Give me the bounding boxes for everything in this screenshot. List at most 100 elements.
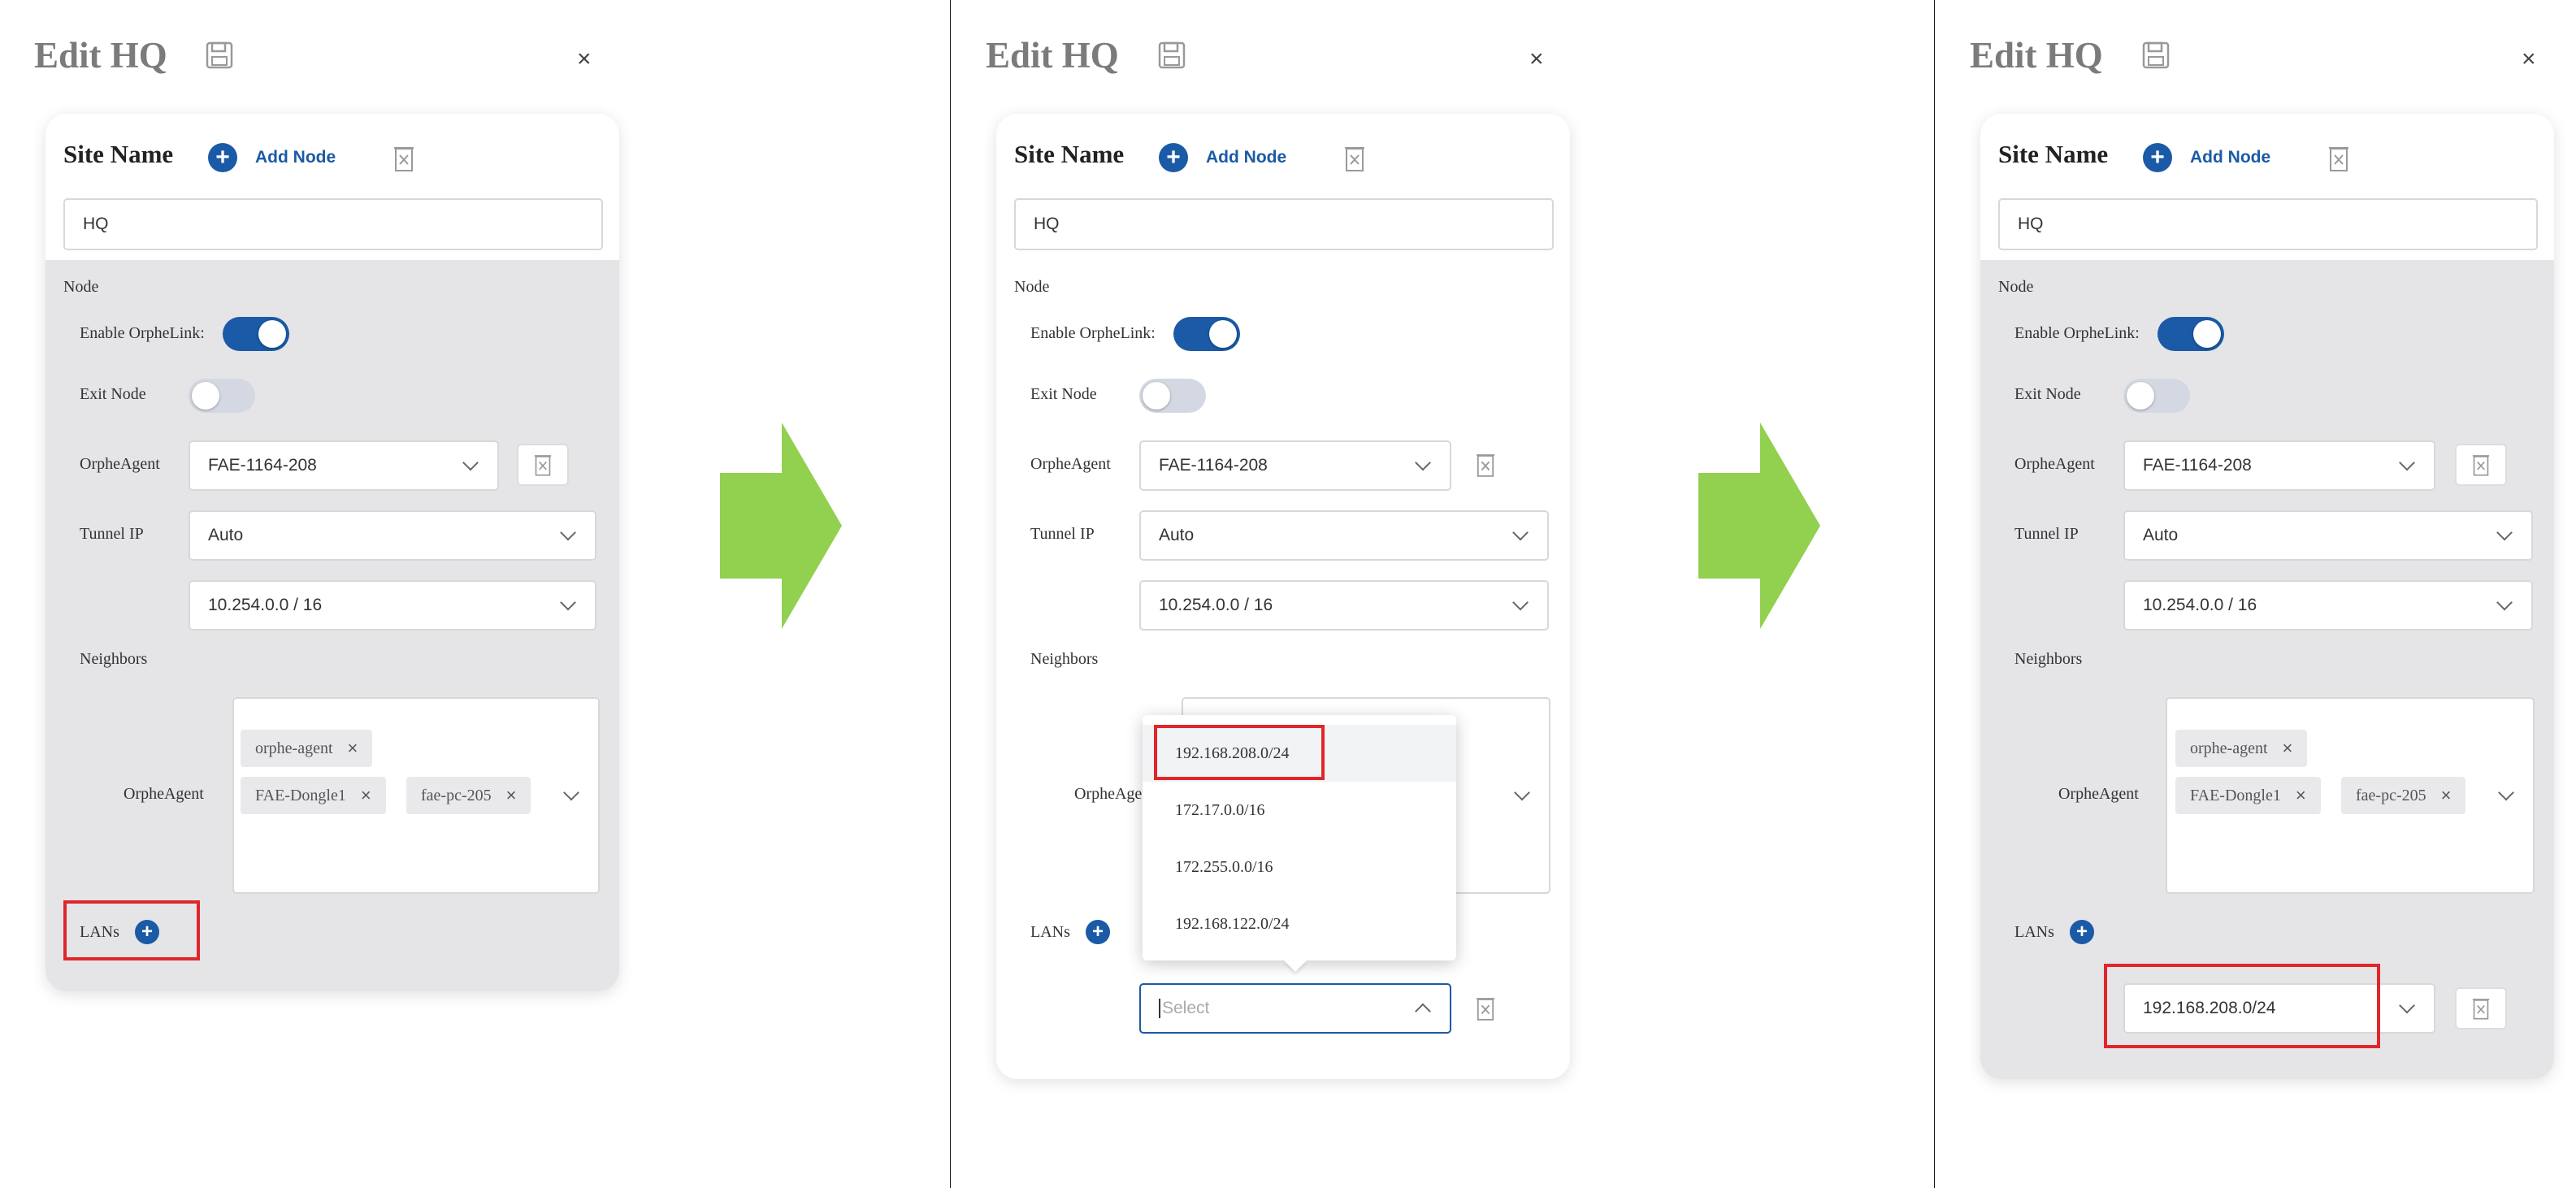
enable-orphelink-toggle[interactable] [223, 317, 289, 351]
tag-close-icon[interactable]: × [361, 785, 371, 806]
neighbors-multiselect[interactable]: orphe-agent × FAE-Dongle1 × fae-pc-205 × [2166, 697, 2535, 894]
tag-close-icon[interactable]: × [2441, 785, 2452, 806]
tunnel-ip-select[interactable]: Auto [2123, 510, 2533, 561]
delete-agent-icon[interactable] [1476, 452, 1495, 478]
chevron-down-icon [563, 784, 579, 801]
delete-lan-icon[interactable] [1476, 995, 1495, 1021]
subnet-select[interactable]: 10.254.0.0 / 16 [2123, 580, 2533, 631]
neighbor-tag: orphe-agent × [2175, 730, 2308, 767]
orpheagent-label: OrpheAgent [80, 455, 160, 473]
tag-close-icon[interactable]: × [348, 738, 358, 759]
exit-node-toggle[interactable] [189, 379, 255, 413]
orpheagent-label: OrpheAgent [2014, 455, 2095, 473]
tag-close-icon[interactable]: × [2296, 785, 2306, 806]
add-lan-button[interactable]: + [2070, 920, 2094, 944]
dialog-title: Edit HQ [1970, 35, 2103, 76]
subnet-value: 10.254.0.0 / 16 [208, 596, 323, 614]
orpheagent-value: FAE-1164-208 [1159, 456, 1268, 475]
site-card: Site Name + Add Node HQ Node Enable Orphe… [1980, 114, 2554, 1079]
enable-orphelink-toggle[interactable] [1173, 317, 1240, 351]
node-section: Node Enable OrpheLink: Exit Node OrpheAg… [46, 260, 619, 991]
chevron-down-icon [1512, 524, 1529, 541]
neighbors-orpheagent-label: OrpheAgent [124, 785, 204, 803]
delete-agent-button[interactable] [2455, 444, 2507, 486]
chevron-down-icon [1514, 784, 1530, 801]
add-node-label: Add Node [255, 148, 336, 167]
node-section-label: Node [63, 278, 99, 296]
orpheagent-value: FAE-1164-208 [208, 456, 317, 475]
chevron-down-icon [462, 454, 479, 471]
node-section-label: Node [1998, 278, 2034, 296]
subnet-select[interactable]: 10.254.0.0 / 16 [1139, 580, 1549, 631]
delete-lan-button[interactable] [2455, 987, 2507, 1030]
tag-close-icon[interactable]: × [2283, 738, 2293, 759]
lans-label: LANs [1030, 923, 1070, 941]
site-name-label: Site Name [63, 140, 174, 168]
subnet-value: 10.254.0.0 / 16 [1159, 596, 1273, 614]
step-arrow-icon [720, 423, 842, 629]
add-node-button[interactable]: + Add Node [2143, 143, 2270, 172]
tag-close-icon[interactable]: × [506, 785, 517, 806]
subnet-select[interactable]: 10.254.0.0 / 16 [189, 580, 596, 631]
orpheagent-select[interactable]: FAE-1164-208 [189, 440, 499, 491]
orpheagent-label: OrpheAgent [1030, 455, 1111, 473]
trash-icon [2472, 999, 2490, 1020]
neighbor-tag: fae-pc-205 × [2341, 777, 2466, 814]
chevron-down-icon [560, 524, 576, 541]
add-node-label: Add Node [2190, 148, 2271, 167]
save-icon[interactable] [2141, 41, 2171, 70]
plus-circle-icon: + [208, 143, 237, 172]
add-node-label: Add Node [1206, 148, 1287, 167]
plus-circle-icon: + [1159, 143, 1188, 172]
neighbors-multiselect[interactable]: orphe-agent × FAE-Dongle1 × fae-pc-205 × [232, 697, 600, 894]
enable-orphelink-toggle[interactable] [2158, 317, 2224, 351]
lan-select-placeholder: Select [1159, 999, 1209, 1018]
highlight-box [1154, 725, 1325, 780]
delete-site-icon[interactable] [393, 145, 414, 172]
site-name-input[interactable]: HQ [1998, 198, 2538, 250]
site-name-input[interactable]: HQ [63, 198, 603, 250]
dialog-title: Edit HQ [986, 35, 1119, 76]
trash-icon [534, 455, 552, 476]
site-name-label: Site Name [1014, 140, 1125, 168]
delete-site-icon[interactable] [2328, 145, 2349, 172]
save-icon[interactable] [1157, 41, 1186, 70]
step-2-panel: Edit HQ × Site Name + Add Node HQ Node En… [951, 0, 1935, 1188]
tunnel-ip-select[interactable]: Auto [1139, 510, 1549, 561]
site-name-input[interactable]: HQ [1014, 198, 1554, 250]
add-node-button[interactable]: + Add Node [1159, 143, 1286, 172]
chevron-down-icon [2496, 594, 2513, 611]
orpheagent-select[interactable]: FAE-1164-208 [1139, 440, 1451, 491]
neighbor-tag: fae-pc-205 × [406, 777, 531, 814]
lan-option[interactable]: 192.168.122.0/24 [1143, 895, 1456, 952]
lans-label: LANs [2014, 923, 2054, 941]
lan-select-input[interactable]: Select [1139, 983, 1451, 1034]
add-lan-button[interactable]: + [1086, 920, 1110, 944]
tunnel-ip-select[interactable]: Auto [189, 510, 596, 561]
chevron-down-icon [560, 594, 576, 611]
delete-site-icon[interactable] [1344, 145, 1365, 172]
lan-option[interactable]: 172.17.0.0/16 [1143, 782, 1456, 839]
tunnel-ip-label: Tunnel IP [80, 525, 144, 543]
delete-agent-button[interactable] [517, 444, 569, 486]
lan-option[interactable]: 172.255.0.0/16 [1143, 839, 1456, 895]
chevron-down-icon [2498, 784, 2514, 801]
step-1-panel: Edit HQ × Site Name + Add Node HQ Node En… [0, 0, 951, 1188]
exit-node-label: Exit Node [1030, 385, 1097, 403]
exit-node-toggle[interactable] [2123, 379, 2190, 413]
close-icon[interactable]: × [2522, 46, 2536, 73]
add-node-button[interactable]: + Add Node [208, 143, 336, 172]
enable-orphelink-label: Enable OrpheLink: [80, 324, 205, 342]
tunnel-ip-value: Auto [208, 526, 244, 544]
save-icon[interactable] [205, 41, 234, 70]
close-icon[interactable]: × [1529, 46, 1544, 73]
close-icon[interactable]: × [577, 46, 592, 73]
site-name-label: Site Name [1998, 140, 2109, 168]
exit-node-toggle[interactable] [1139, 379, 1206, 413]
orpheagent-value: FAE-1164-208 [2143, 456, 2252, 475]
chevron-down-icon [2399, 997, 2415, 1014]
neighbor-tag: FAE-Dongle1 × [241, 777, 386, 814]
chevron-down-icon [2399, 454, 2415, 471]
enable-orphelink-label: Enable OrpheLink: [1030, 324, 1156, 342]
orpheagent-select[interactable]: FAE-1164-208 [2123, 440, 2435, 491]
